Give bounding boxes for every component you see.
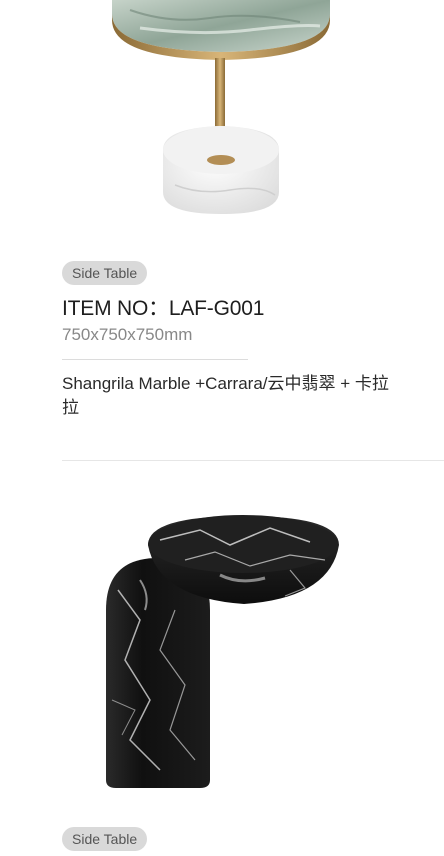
black-marble-side-table-illustration	[106, 515, 339, 788]
green-marble-side-table-illustration	[112, 0, 330, 214]
product-dimensions: 750x750x750mm	[62, 325, 193, 344]
category-tag[interactable]: Side Table	[62, 261, 148, 285]
product-image-side-table-black[interactable]	[0, 500, 444, 810]
category-tag[interactable]: Side Table	[62, 827, 148, 851]
item-number: ITEM NO：LAF-G001	[62, 297, 265, 320]
divider	[62, 359, 248, 360]
product-image-side-table-green[interactable]	[0, 0, 444, 230]
product-material: Shangrila Marble +Carrara/云中翡翠 + 卡拉拉	[62, 374, 389, 417]
section-divider	[62, 460, 444, 461]
